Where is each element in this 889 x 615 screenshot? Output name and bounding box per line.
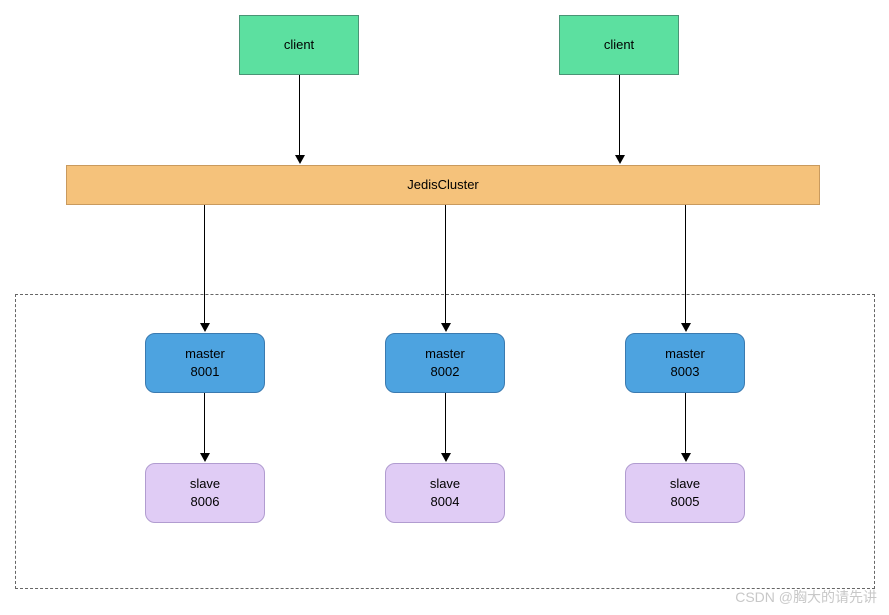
- slave-node-1: slave 8006: [145, 463, 265, 523]
- master-port: 8003: [671, 363, 700, 381]
- master-label: master: [425, 345, 465, 363]
- master-port: 8002: [431, 363, 460, 381]
- slave-label: slave: [190, 475, 220, 493]
- client-box-1: client: [239, 15, 359, 75]
- master-node-3: master 8003: [625, 333, 745, 393]
- arrow-head-icon: [681, 453, 691, 462]
- arrow-head-icon: [200, 453, 210, 462]
- master-node-1: master 8001: [145, 333, 265, 393]
- jedis-cluster-box: JedisCluster: [66, 165, 820, 205]
- slave-port: 8006: [191, 493, 220, 511]
- arrow-head-icon: [615, 155, 625, 164]
- master-label: master: [185, 345, 225, 363]
- arrow-head-icon: [295, 155, 305, 164]
- master-label: master: [665, 345, 705, 363]
- slave-port: 8004: [431, 493, 460, 511]
- watermark: CSDN @胸大的请先讲: [735, 587, 877, 607]
- arrow-line: [619, 75, 620, 157]
- architecture-diagram: client client JedisCluster master 8001 m…: [0, 0, 889, 615]
- slave-label: slave: [670, 475, 700, 493]
- client-box-2: client: [559, 15, 679, 75]
- slave-label: slave: [430, 475, 460, 493]
- slave-port: 8005: [671, 493, 700, 511]
- master-node-2: master 8002: [385, 333, 505, 393]
- slave-node-3: slave 8005: [625, 463, 745, 523]
- arrow-line: [204, 393, 205, 455]
- client-label: client: [604, 36, 634, 54]
- arrow-head-icon: [441, 453, 451, 462]
- cluster-label: JedisCluster: [407, 176, 479, 194]
- arrow-line: [685, 393, 686, 455]
- arrow-line: [445, 393, 446, 455]
- slave-node-2: slave 8004: [385, 463, 505, 523]
- client-label: client: [284, 36, 314, 54]
- master-port: 8001: [191, 363, 220, 381]
- arrow-line: [299, 75, 300, 157]
